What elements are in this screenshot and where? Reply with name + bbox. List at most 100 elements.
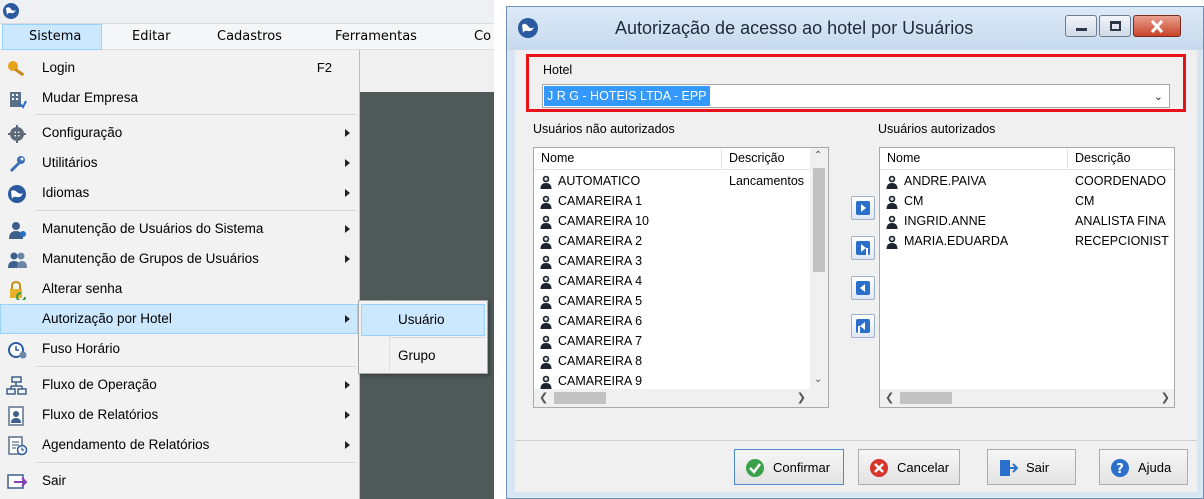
menu-sistema[interactable]: Sistema — [2, 24, 102, 50]
menu-item-label: Sair — [42, 473, 67, 488]
exit-button[interactable]: Sair — [987, 449, 1076, 485]
gear-icon — [8, 125, 26, 143]
globe-icon — [518, 18, 538, 38]
scroll-down-icon[interactable]: ⌄ — [814, 374, 822, 385]
column-header-nome[interactable]: Nome — [887, 151, 920, 165]
scroll-right-icon[interactable]: ❯ — [1161, 391, 1170, 404]
menu-item-manutencao-grupos[interactable]: Manutenção de Grupos de Usuários — [0, 244, 358, 274]
scrollbar-thumb[interactable] — [813, 168, 825, 272]
user-icon — [540, 175, 552, 189]
menu-item-configuracao[interactable]: Configuração — [0, 118, 358, 148]
dialog-body: Hotel J R G - HOTEIS LTDA - EPP ⌄ Usuári… — [515, 50, 1197, 440]
key-icon — [8, 61, 25, 77]
table-row[interactable]: ANDRE.PAIVA COORDENADO — [880, 172, 1174, 192]
table-row[interactable]: CAMAREIRA 8 — [534, 352, 828, 372]
table-row[interactable]: CAMAREIRA 3 — [534, 252, 828, 272]
cancel-button[interactable]: Cancelar — [858, 449, 960, 485]
menu-item-label: Mudar Empresa — [42, 90, 139, 105]
menu-item-fluxo-relatorios[interactable]: Fluxo de Relatórios — [0, 400, 358, 430]
menu-separator — [36, 210, 356, 211]
column-header-nome[interactable]: Nome — [541, 151, 574, 165]
menu-item-idiomas[interactable]: Idiomas — [0, 178, 358, 208]
user-icon — [886, 175, 898, 189]
menu-item-autorizacao-hotel[interactable]: Autorização por Hotel — [0, 304, 358, 334]
exit-icon — [7, 474, 28, 489]
submenu-arrow-icon — [345, 315, 350, 323]
exit-label: Sair — [1026, 460, 1050, 475]
menu-more[interactable]: Co — [474, 24, 491, 50]
scroll-left-icon[interactable]: ❮ — [885, 391, 894, 404]
unauthorized-users-label: Usuários não autorizados — [533, 122, 675, 136]
menu-cadastros[interactable]: Cadastros — [217, 24, 282, 50]
menu-item-sair[interactable]: Sair — [0, 466, 358, 496]
user-icon — [540, 315, 552, 329]
cancel-circle-icon — [870, 459, 888, 477]
add-all-button[interactable] — [851, 236, 875, 260]
menu-ferramentas[interactable]: Ferramentas — [335, 24, 417, 50]
menu-separator — [36, 462, 356, 463]
confirm-label: Confirmar — [773, 460, 831, 475]
maximize-button[interactable] — [1099, 15, 1131, 37]
table-row[interactable]: CAMAREIRA 10 — [534, 212, 828, 232]
table-row[interactable]: INGRID.ANNE ANALISTA FINA — [880, 212, 1174, 232]
table-row[interactable]: CAMAREIRA 5 — [534, 292, 828, 312]
table-row[interactable]: CAMAREIRA 2 — [534, 232, 828, 252]
confirm-button[interactable]: Confirmar — [734, 449, 844, 485]
cell-nome: CAMAREIRA 3 — [558, 254, 643, 268]
cell-nome: INGRID.ANNE — [904, 214, 986, 228]
menu-item-label: Autorização por Hotel — [42, 311, 172, 326]
minimize-button[interactable] — [1065, 15, 1097, 37]
user-icon — [540, 375, 552, 389]
menu-separator — [36, 366, 356, 367]
remove-one-button[interactable] — [851, 276, 875, 300]
menu-editar[interactable]: Editar — [132, 24, 171, 50]
menu-item-agendamento-relatorios[interactable]: Agendamento de Relatórios — [0, 430, 358, 460]
menu-item-label: Configuração — [42, 125, 123, 140]
user-icon — [540, 215, 552, 229]
table-row[interactable]: CAMAREIRA 1 — [534, 192, 828, 212]
remove-all-button[interactable] — [851, 314, 875, 338]
menu-item-mudar-empresa[interactable]: Mudar Empresa — [0, 83, 358, 113]
cell-descricao: RECEPCIONIST — [1075, 234, 1169, 248]
horizontal-scrollbar[interactable]: ❮ ❯ — [880, 389, 1174, 407]
help-button[interactable]: ? Ajuda — [1099, 449, 1188, 485]
table-row[interactable]: MARIA.EDUARDA RECEPCIONIST — [880, 232, 1174, 252]
unauthorized-users-list[interactable]: Nome Descrição AUTOMATICO Lancamentos CAMA… — [533, 147, 829, 408]
report-icon — [8, 406, 24, 426]
sistema-dropdown-menu: Login F2 Mudar Empresa Configuração Util… — [0, 50, 360, 499]
menu-item-manutencao-usuarios[interactable]: Manutenção de Usuários do Sistema — [0, 214, 358, 244]
user-icon — [540, 355, 552, 369]
table-row[interactable]: CM CM — [880, 192, 1174, 212]
scroll-left-icon[interactable]: ❮ — [539, 391, 548, 404]
scroll-up-icon[interactable]: ⌃ — [814, 150, 822, 161]
dialog-title: Autorização de acesso ao hotel por Usuár… — [615, 18, 974, 38]
column-header-descricao[interactable]: Descrição — [729, 151, 785, 165]
menu-item-label: Agendamento de Relatórios — [42, 437, 210, 452]
scrollbar-thumb[interactable] — [554, 392, 606, 404]
table-row[interactable]: AUTOMATICO Lancamentos — [534, 172, 828, 192]
menu-item-fuso-horario[interactable]: Fuso Horário — [0, 334, 358, 364]
menu-item-login[interactable]: Login F2 — [0, 53, 358, 83]
menu-item-fluxo-operacao[interactable]: Fluxo de Operação — [0, 370, 358, 400]
autorizacao-submenu: Usuário Grupo — [358, 300, 488, 374]
hotel-label: Hotel — [543, 63, 573, 77]
horizontal-scrollbar[interactable]: ❮ ❯ — [534, 389, 828, 407]
authorized-users-list[interactable]: Nome Descrição ANDRE.PAIVA COORDENADO CM CM… — [879, 147, 1175, 408]
table-row[interactable]: CAMAREIRA 7 — [534, 332, 828, 352]
menu-item-alterar-senha[interactable]: Alterar senha — [0, 274, 358, 304]
scroll-right-icon[interactable]: ❯ — [797, 391, 806, 404]
vertical-scrollbar[interactable]: ⌃ ⌄ — [810, 148, 828, 391]
add-one-button[interactable] — [851, 196, 875, 220]
scrollbar-thumb[interactable] — [900, 392, 952, 404]
close-button[interactable] — [1133, 15, 1181, 37]
wrench-icon — [9, 156, 25, 173]
hotel-dropdown[interactable]: J R G - HOTEIS LTDA - EPP ⌄ — [542, 84, 1170, 108]
table-row[interactable]: CAMAREIRA 4 — [534, 272, 828, 292]
cell-nome: CAMAREIRA 2 — [558, 234, 643, 248]
menu-item-utilitarios[interactable]: Utilitários — [0, 148, 358, 178]
list-header: Nome Descrição — [880, 148, 1174, 170]
table-row[interactable]: CAMAREIRA 6 — [534, 312, 828, 332]
submenu-item-usuario[interactable]: Usuário — [361, 304, 485, 336]
column-header-descricao[interactable]: Descrição — [1075, 151, 1131, 165]
submenu-item-grupo[interactable]: Grupo — [361, 340, 485, 372]
